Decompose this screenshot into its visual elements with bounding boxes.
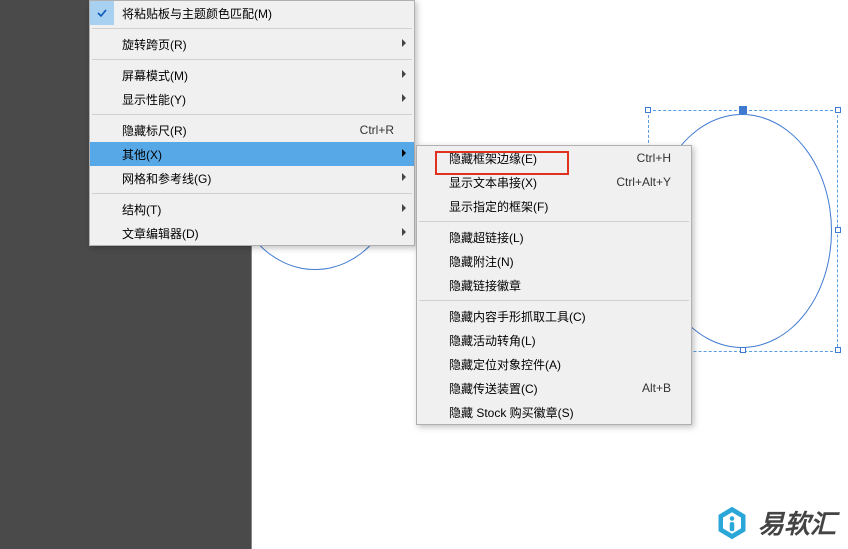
menu-item-label: 隐藏链接徽章 [449, 277, 671, 294]
menu-item-label: 隐藏内容手形抓取工具(C) [449, 308, 671, 325]
sub-menu-item-10[interactable]: 隐藏定位对象控件(A) [417, 352, 691, 376]
sub-menu-item-6[interactable]: 隐藏链接徽章 [417, 273, 691, 297]
menu-item-label: 结构(T) [122, 201, 394, 218]
main-menu-separator [92, 193, 412, 194]
main-menu-item-12[interactable]: 文章编辑器(D) [90, 221, 414, 245]
sub-menu-item-11[interactable]: 隐藏传送装置(C)Alt+B [417, 376, 691, 400]
handle-tr[interactable] [835, 107, 841, 113]
sub-menu-item-9[interactable]: 隐藏活动转角(L) [417, 328, 691, 352]
submenu-other: 隐藏框架边缘(E)Ctrl+H显示文本串接(X)Ctrl+Alt+Y显示指定的框… [416, 145, 692, 425]
handle-mr[interactable] [835, 227, 841, 233]
watermark-icon [714, 505, 750, 541]
main-menu-separator [92, 59, 412, 60]
sub-menu-item-4[interactable]: 隐藏超链接(L) [417, 225, 691, 249]
context-menu-main: 将粘贴板与主题颜色匹配(M) 旋转跨页(R) 屏幕模式(M) 显示性能(Y) 隐藏标尺(… [89, 0, 415, 246]
sub-menu-item-5[interactable]: 隐藏附注(N) [417, 249, 691, 273]
handle-tm[interactable] [739, 106, 747, 114]
menu-item-label: 其他(X) [122, 146, 394, 163]
menu-item-label: 隐藏标尺(R) [122, 122, 360, 139]
menu-item-label: 显示性能(Y) [122, 91, 394, 108]
chevron-right-icon [402, 94, 406, 102]
menu-item-shortcut: Ctrl+R [360, 123, 394, 137]
highlight-annotation [435, 151, 569, 175]
menu-item-label: 隐藏附注(N) [449, 253, 671, 270]
main-menu-item-9[interactable]: 网格和参考线(G) [90, 166, 414, 190]
chevron-right-icon [402, 204, 406, 212]
menu-item-label: 隐藏传送装置(C) [449, 380, 642, 397]
menu-item-label: 文章编辑器(D) [122, 225, 394, 242]
chevron-right-icon [402, 70, 406, 78]
main-menu-separator [92, 114, 412, 115]
sub-menu-item-8[interactable]: 隐藏内容手形抓取工具(C) [417, 304, 691, 328]
watermark: 易软汇 [714, 504, 836, 541]
main-menu-item-11[interactable]: 结构(T) [90, 197, 414, 221]
sub-menu-item-12[interactable]: 隐藏 Stock 购买徽章(S) [417, 400, 691, 424]
main-menu-item-8[interactable]: 其他(X) [90, 142, 414, 166]
sub-menu-item-2[interactable]: 显示指定的框架(F) [417, 194, 691, 218]
watermark-text: 易软汇 [758, 504, 836, 541]
menu-item-shortcut: Ctrl+H [637, 151, 671, 165]
menu-item-shortcut: Alt+B [642, 381, 671, 395]
handle-br[interactable] [835, 347, 841, 353]
main-menu-item-4[interactable]: 屏幕模式(M) [90, 63, 414, 87]
menu-item-label: 显示指定的框架(F) [449, 198, 671, 215]
handle-bm[interactable] [740, 347, 746, 353]
menu-item-label: 旋转跨页(R) [122, 36, 394, 53]
menu-item-label: 隐藏超链接(L) [449, 229, 671, 246]
menu-item-label: 隐藏 Stock 购买徽章(S) [449, 404, 671, 421]
menu-item-shortcut: Ctrl+Alt+Y [616, 175, 671, 189]
main-menu-separator [92, 28, 412, 29]
main-menu-item-7[interactable]: 隐藏标尺(R)Ctrl+R [90, 118, 414, 142]
chevron-right-icon [402, 228, 406, 236]
chevron-right-icon [402, 173, 406, 181]
main-menu-item-0[interactable]: 将粘贴板与主题颜色匹配(M) [90, 1, 414, 25]
main-menu-item-5[interactable]: 显示性能(Y) [90, 87, 414, 111]
menu-item-label: 隐藏活动转角(L) [449, 332, 671, 349]
handle-tl[interactable] [645, 107, 651, 113]
check-icon [90, 1, 114, 25]
menu-item-label: 将粘贴板与主题颜色匹配(M) [122, 5, 394, 22]
menu-item-label: 显示文本串接(X) [449, 174, 616, 191]
menu-item-label: 屏幕模式(M) [122, 67, 394, 84]
sub-menu-separator [419, 300, 689, 301]
chevron-right-icon [402, 39, 406, 47]
menu-item-label: 网格和参考线(G) [122, 170, 394, 187]
main-menu-item-2[interactable]: 旋转跨页(R) [90, 32, 414, 56]
menu-item-label: 隐藏定位对象控件(A) [449, 356, 671, 373]
sub-menu-separator [419, 221, 689, 222]
chevron-right-icon [402, 149, 406, 157]
